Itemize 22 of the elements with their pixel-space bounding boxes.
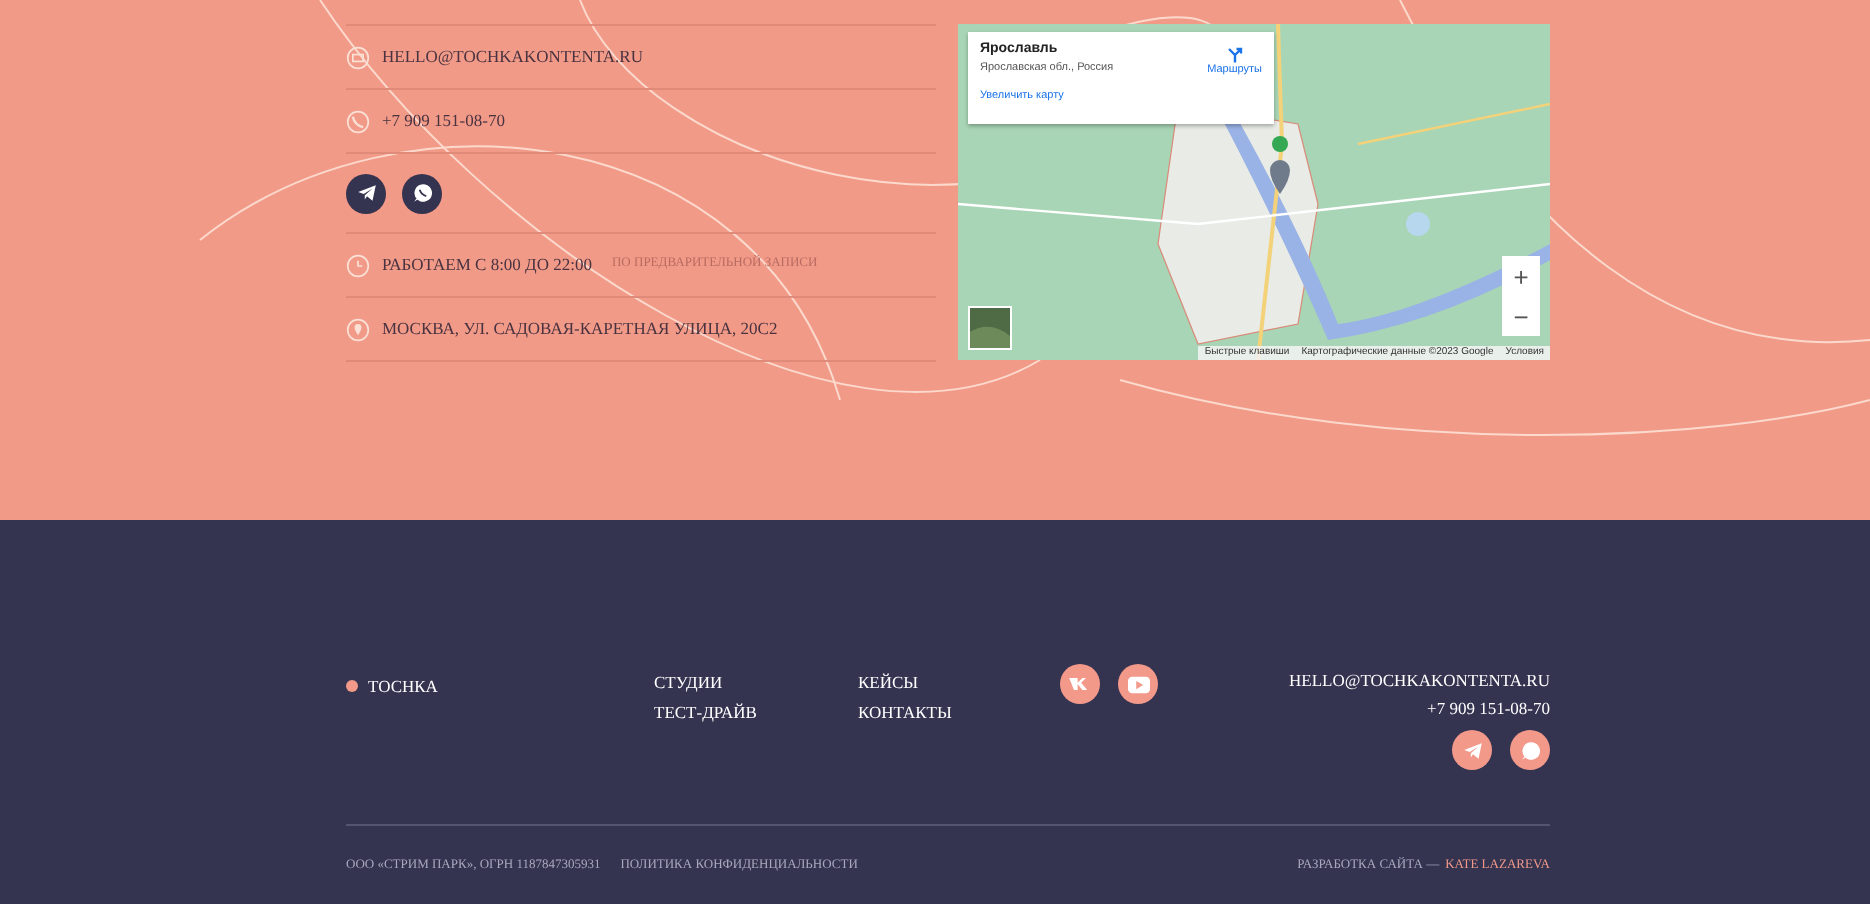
clock-icon — [346, 253, 370, 277]
location-icon — [346, 317, 370, 341]
envelope-icon — [346, 45, 370, 69]
phone-link[interactable]: +7 909 151-08-70 — [382, 112, 505, 130]
whatsapp-icon[interactable] — [402, 173, 442, 213]
whatsapp-icon[interactable] — [1510, 730, 1550, 770]
phone-icon — [346, 109, 370, 133]
nav-link[interactable]: КЕЙСЫ — [858, 672, 1060, 692]
vk-icon[interactable] — [1060, 664, 1100, 704]
nav-link[interactable]: КОНТАКТЫ — [858, 702, 1060, 722]
brand-dot — [346, 680, 358, 692]
telegram-icon[interactable] — [346, 173, 386, 213]
nav-link[interactable]: ТЕСТ-ДРАЙВ — [654, 702, 858, 722]
telegram-icon[interactable] — [1452, 730, 1492, 770]
email-link[interactable]: HELLO@TOCHKAKONTENTA.RU — [1289, 670, 1550, 690]
video-play-icon[interactable] — [1118, 664, 1158, 704]
address-text: МОСКВА, УЛ. САДОВАЯ-КАРЕТНАЯ УЛИЦА, 20С2 — [382, 320, 778, 338]
email-link[interactable]: HELLO@TOCHKAKONTENTA.RU — [382, 48, 643, 66]
brand-logo[interactable]: ТОСНКА — [368, 676, 438, 696]
nav-link[interactable]: СТУДИИ — [654, 672, 858, 692]
phone-link[interactable]: +7 909 151-08-70 — [1427, 698, 1550, 718]
working-hours: РАБОТАЕМ С 8:00 ДО 22:00 — [382, 256, 592, 274]
